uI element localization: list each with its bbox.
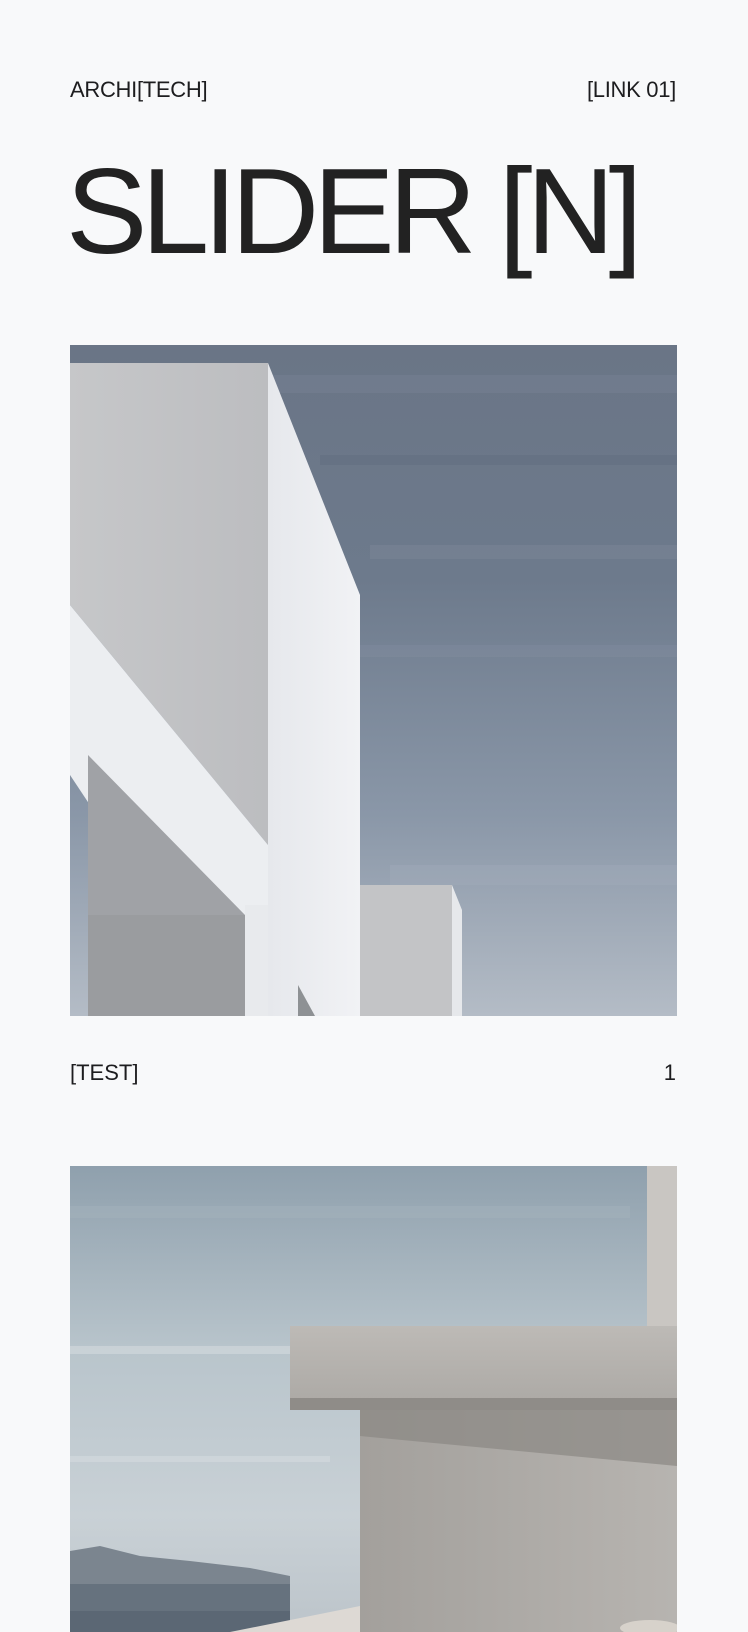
site-header: ARCHI[TECH] [LINK 01]: [70, 70, 676, 110]
slide-caption: [TEST] 1: [70, 1060, 676, 1086]
nav-link-01[interactable]: [LINK 01]: [587, 77, 676, 103]
slide-caption-label: [TEST]: [70, 1060, 139, 1085]
slide-index: 1: [663, 1060, 676, 1085]
slide-image-1[interactable]: [70, 345, 677, 1016]
slide-2-artwork: [70, 1166, 677, 1632]
slide-1-artwork: [70, 345, 677, 1016]
slide-image-2[interactable]: [70, 1166, 677, 1632]
page-title: SLIDER [N]: [66, 143, 642, 279]
brand-logo[interactable]: ARCHI[TECH]: [70, 77, 208, 103]
